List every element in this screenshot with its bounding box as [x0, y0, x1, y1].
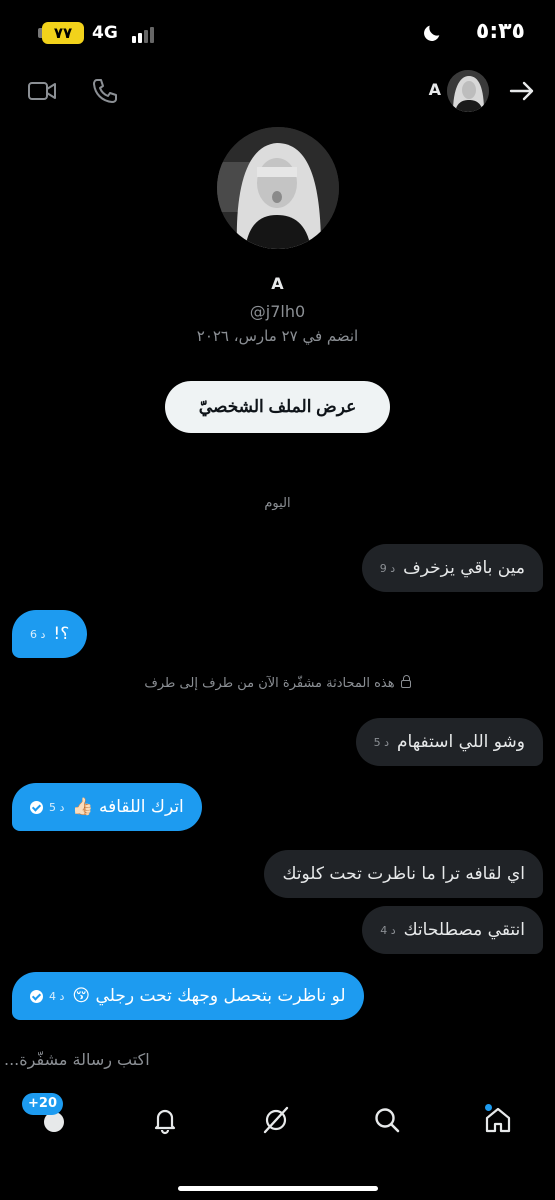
header-contact-name[interactable]: A	[429, 80, 441, 99]
message-time: 6 د	[30, 627, 46, 641]
conversation-header: A	[0, 64, 555, 120]
back-arrow-icon[interactable]	[505, 74, 539, 108]
profile-handle: @j7lh0	[249, 302, 306, 321]
read-receipt-check-icon	[30, 989, 43, 1003]
do-not-disturb-moon-icon	[424, 25, 440, 41]
video-call-icon[interactable]	[25, 74, 59, 108]
message-text: اي لقافه ترا ما ناظرت تحت كلوتك	[282, 864, 525, 884]
day-separator: اليوم	[264, 496, 291, 511]
notification-count-badge: +20	[22, 1093, 63, 1115]
encryption-notice: هذه المحادثة مشفّرة الآن من طرف إلى طرف	[0, 674, 555, 691]
profile-avatar[interactable]	[217, 127, 339, 249]
status-clock: ٥:٣٥	[475, 19, 525, 44]
phone-icon[interactable]	[88, 74, 122, 108]
grok-icon[interactable]	[260, 1104, 292, 1136]
message-bubble-incoming[interactable]: مين باقي يزخرف 9 د	[361, 544, 543, 592]
message-time: 9 د	[379, 561, 396, 575]
message-text: مين باقي يزخرف	[403, 558, 525, 578]
message-time: 5 د	[49, 800, 65, 814]
message-text: لو ناظرت بتحصل وجهك تحت رجلي 😚	[72, 986, 346, 1006]
home-indicator-bar	[178, 1186, 378, 1191]
message-text: وشو اللي استفهام	[397, 732, 525, 752]
message-bubble-outgoing[interactable]: لو ناظرت بتحصل وجهك تحت رجلي 😚 4 د	[12, 972, 364, 1020]
profile-name: A	[271, 274, 284, 293]
message-bubble-incoming[interactable]: وشو اللي استفهام 5 د	[355, 718, 543, 766]
message-time: 5 د	[373, 735, 390, 749]
signal-strength-icon	[132, 25, 158, 43]
notifications-bell-icon[interactable]	[149, 1104, 181, 1136]
view-profile-button[interactable]: عرض الملف الشخصيّ	[165, 381, 390, 433]
status-bar: ٧٧ 4G ٥:٣٥	[0, 0, 555, 64]
message-text: اترك اللقافه 👍🏻	[72, 797, 184, 817]
message-time: 4 د	[380, 923, 396, 937]
message-text: انتقي مصطلحاتك	[403, 920, 525, 940]
message-bubble-outgoing[interactable]: اترك اللقافه 👍🏻 5 د	[12, 783, 202, 831]
lock-icon	[400, 674, 411, 688]
network-type: 4G	[92, 23, 118, 43]
bottom-navigation: +20	[0, 1090, 555, 1160]
message-time: 4 د	[49, 989, 65, 1003]
header-avatar[interactable]	[447, 70, 489, 112]
message-bubble-incoming[interactable]: انتقي مصطلحاتك 4 د	[362, 906, 543, 954]
battery-indicator: ٧٧	[42, 22, 84, 44]
message-bubble-incoming[interactable]: اي لقافه ترا ما ناظرت تحت كلوتك	[264, 850, 543, 898]
home-icon[interactable]	[482, 1104, 514, 1136]
profile-join-date: انضم في ٢٧ مارس، ٢٠٢٦	[196, 327, 359, 345]
message-text: ؟!	[53, 624, 70, 644]
search-icon[interactable]	[371, 1104, 403, 1136]
read-receipt-check-icon	[30, 800, 43, 814]
message-composer-placeholder[interactable]: اكتب رسالة مشفّرة...	[4, 1050, 150, 1069]
message-bubble-outgoing[interactable]: ؟! 6 د	[12, 610, 88, 658]
